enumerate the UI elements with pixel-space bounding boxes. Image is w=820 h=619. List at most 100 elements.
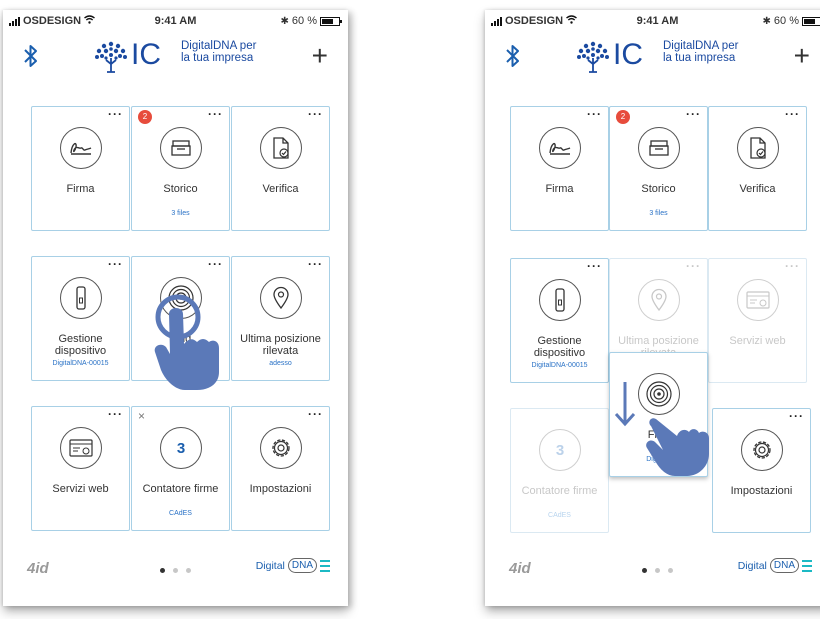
notification-badge: 2 <box>138 110 152 124</box>
bluetooth-status-icon: ✱ <box>280 15 289 27</box>
tile-firma[interactable]: ··· Firma <box>31 106 130 231</box>
counter-icon: 3 <box>160 427 202 469</box>
tile-menu-icon[interactable]: ··· <box>308 107 323 121</box>
counter-value: 3 <box>176 439 186 457</box>
tile-storico[interactable]: 2 ··· Storico 3 files <box>131 106 230 231</box>
tile-label: Firma <box>545 183 574 195</box>
drag-hand-icon <box>646 418 709 476</box>
tile-storico[interactable]: 2 ··· Storico 3 files <box>609 106 708 231</box>
tile-ultima-posizione[interactable]: ··· Ultima posizione rilevata adesso <box>231 256 330 381</box>
ic-logo: IC <box>573 38 653 80</box>
tile-label: Storico <box>641 183 676 195</box>
gear-icon <box>260 427 302 469</box>
tile-sublabel: CAdES <box>169 510 192 517</box>
battery-icon <box>802 16 820 26</box>
tile-contatore-firme[interactable]: × 3 Contatore firme CAdES <box>131 406 230 531</box>
signature-icon <box>60 127 102 169</box>
bluetooth-icon[interactable] <box>21 42 41 70</box>
tile-sublabel: adesso <box>269 360 292 367</box>
add-button[interactable]: + <box>794 42 810 70</box>
tile-menu-icon[interactable]: ··· <box>686 259 701 273</box>
document-check-icon <box>737 127 779 169</box>
tile-menu-icon[interactable]: ··· <box>587 259 602 273</box>
tile-menu-icon[interactable]: ··· <box>587 107 602 121</box>
web-browser-icon <box>737 279 779 321</box>
archive-box-icon <box>160 127 202 169</box>
location-pin-icon <box>260 277 302 319</box>
tile-gestione-dispositivo[interactable]: ··· Gestione dispositivo DigitalDNA-0001… <box>31 256 130 381</box>
tile-label: Contatore firme <box>521 485 598 497</box>
status-bar: OSDESIGN 9:41 AM ✱ 60 % <box>3 10 348 32</box>
tile-label: Verifica <box>739 183 776 195</box>
tile-label: Gestione dispositivo <box>533 335 586 359</box>
tile-sublabel: 3 files <box>171 210 190 217</box>
battery-percent: 60 % <box>291 15 317 27</box>
tile-menu-icon[interactable]: ··· <box>789 409 804 423</box>
battery-percent: 60 % <box>773 15 799 27</box>
tile-gestione-dispositivo[interactable]: ··· Gestione dispositivo DigitalDNA-0001… <box>510 258 609 383</box>
tile-menu-icon[interactable]: ··· <box>785 107 800 121</box>
logo-text: IC <box>131 38 161 71</box>
tile-menu-icon[interactable]: ··· <box>108 257 123 271</box>
logo-text: IC <box>613 38 643 71</box>
phone-screen-left: OSDESIGN 9:41 AM ✱ 60 % IC DigitalDNA pe… <box>3 10 348 606</box>
tile-verifica[interactable]: ··· Verifica <box>231 106 330 231</box>
tile-impostazioni[interactable]: ··· Impostazioni <box>231 406 330 531</box>
tile-verifica[interactable]: ··· Verifica <box>708 106 807 231</box>
header-title: DigitalDNA per la tua impresa <box>181 40 257 64</box>
usb-key-icon <box>539 279 581 321</box>
web-browser-icon <box>60 427 102 469</box>
tile-sublabel: CAdES <box>548 512 571 519</box>
arrow-down-icon <box>614 382 636 427</box>
digitaldna-logo: Digital DNA <box>738 558 812 573</box>
tile-menu-icon[interactable]: ··· <box>208 257 223 271</box>
digitaldna-logo: Digital DNA <box>256 558 330 573</box>
battery-icon <box>320 16 342 26</box>
tap-hand-icon <box>154 294 219 390</box>
footer: 4id Digital DNA <box>485 556 820 586</box>
tile-menu-icon[interactable]: ··· <box>208 107 223 121</box>
tile-servizi-web[interactable]: ··· Servizi web <box>31 406 130 531</box>
tile-label: Ultima posizione rilevata <box>240 333 321 357</box>
ic-logo: IC <box>91 38 171 80</box>
tile-label: Impostazioni <box>249 483 312 495</box>
tile-servizi-web[interactable]: ··· Servizi web <box>708 258 807 383</box>
gear-icon <box>741 429 783 471</box>
tile-firma[interactable]: ··· Firma <box>510 106 609 231</box>
footer: 4id Digital DNA <box>3 556 348 586</box>
location-pin-icon <box>638 279 680 321</box>
tile-label: Servizi web <box>729 335 786 347</box>
tile-impostazioni[interactable]: ··· Impostazioni <box>712 408 811 533</box>
tile-sublabel: 3 files <box>649 210 668 217</box>
phone-screen-right: OSDESIGN 9:41 AM ✱ 60 % IC DigitalDNA pe… <box>485 10 820 606</box>
tree-logo-icon <box>577 41 609 73</box>
bluetooth-icon[interactable] <box>503 42 523 70</box>
tile-label: Servizi web <box>52 483 109 495</box>
bluetooth-status-icon: ✱ <box>762 15 771 27</box>
tree-logo-icon <box>95 41 127 73</box>
usb-key-icon <box>60 277 102 319</box>
archive-box-icon <box>638 127 680 169</box>
tile-menu-icon[interactable]: ··· <box>686 107 701 121</box>
tile-label: Verifica <box>262 183 299 195</box>
tile-menu-icon[interactable]: ··· <box>308 257 323 271</box>
app-header: IC DigitalDNA per la tua impresa + <box>485 34 820 84</box>
counter-value: 3 <box>555 441 565 459</box>
tile-label: Firma <box>66 183 95 195</box>
tile-menu-icon[interactable]: ··· <box>108 107 123 121</box>
tile-menu-icon[interactable]: ··· <box>308 407 323 421</box>
close-icon[interactable]: × <box>138 409 145 423</box>
notification-badge: 2 <box>616 110 630 124</box>
tile-label: Storico <box>163 183 198 195</box>
document-check-icon <box>260 127 302 169</box>
tile-contatore-firme[interactable]: 3 Contatore firme CAdES <box>510 408 609 533</box>
signature-icon <box>539 127 581 169</box>
tile-menu-icon[interactable]: ··· <box>108 407 123 421</box>
tile-label: Impostazioni <box>730 485 793 497</box>
tile-sublabel: DigitalDNA-00015 <box>52 360 109 367</box>
tile-menu-icon[interactable]: ··· <box>785 259 800 273</box>
app-header: IC DigitalDNA per la tua impresa + <box>3 34 348 84</box>
header-title: DigitalDNA per la tua impresa <box>663 40 739 64</box>
status-bar: OSDESIGN 9:41 AM ✱ 60 % <box>485 10 820 32</box>
add-button[interactable]: + <box>312 42 328 70</box>
